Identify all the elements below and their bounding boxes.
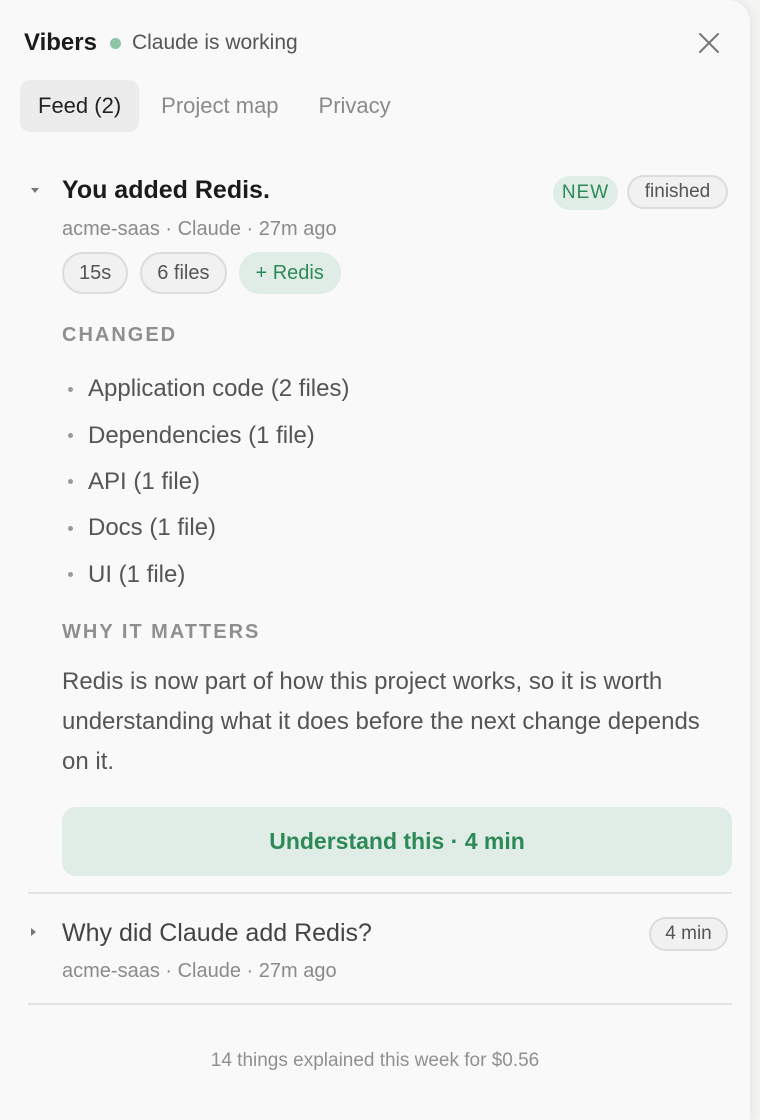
list-item: Docs (1 file) <box>62 505 349 551</box>
bullet-icon <box>68 433 73 439</box>
list-item-label: Docs (1 file) <box>88 514 217 542</box>
feed-item-meta: acme-saas · Claude · 27m ago <box>62 960 337 982</box>
list-item-label: UI (1 file) <box>88 560 186 588</box>
divider <box>28 892 732 894</box>
chip-row: 15s 6 files + Redis <box>62 252 353 294</box>
vibers-panel: Vibers Claude is working Feed (2) Projec… <box>0 0 750 1120</box>
list-item-label: Dependencies (1 file) <box>88 421 315 449</box>
list-item-label: API (1 file) <box>88 467 201 495</box>
list-item-label: Application code (2 files) <box>88 375 350 403</box>
feed-item-meta: acme-saas · Claude · 27m ago <box>62 218 337 240</box>
files-chip: 6 files <box>140 252 227 294</box>
dependency-chip: + Redis <box>238 252 341 294</box>
status-dot-icon <box>109 37 121 49</box>
changed-label: CHANGED <box>62 324 178 346</box>
bullet-icon <box>68 572 73 578</box>
understand-button[interactable]: Understand this · 4 min <box>62 807 732 876</box>
bullet-icon <box>68 386 73 392</box>
bullet-icon <box>68 479 73 485</box>
close-button[interactable] <box>692 26 726 60</box>
duration-badge: 4 min <box>649 917 728 951</box>
why-label: WHY IT MATTERS <box>62 621 261 643</box>
caret-down-icon[interactable] <box>31 188 39 193</box>
changed-list: Application code (2 files) Dependencies … <box>62 366 349 598</box>
why-text: Redis is now part of how this project wo… <box>62 668 700 775</box>
tab-feed[interactable]: Feed (2) <box>20 80 140 132</box>
bullet-icon <box>68 525 73 531</box>
header: Vibers Claude is working <box>24 28 726 58</box>
status-text: Claude is working <box>131 31 298 54</box>
app-title: Vibers <box>24 29 97 56</box>
caret-right-icon[interactable] <box>31 928 36 936</box>
list-item: Dependencies (1 file) <box>62 412 349 458</box>
tab-privacy[interactable]: Privacy <box>301 80 409 132</box>
duration-chip: 15s <box>62 252 129 294</box>
divider <box>28 1003 732 1005</box>
list-item: UI (1 file) <box>62 552 349 598</box>
status-badge: finished <box>627 175 728 209</box>
weekly-summary: 14 things explained this week for $0.56 <box>210 1050 540 1071</box>
feed-item-title[interactable]: Why did Claude add Redis? <box>62 919 372 948</box>
list-item: API (1 file) <box>62 459 349 505</box>
tab-bar: Feed (2) Project map Privacy <box>20 80 413 132</box>
new-badge: NEW <box>553 176 618 210</box>
list-item: Application code (2 files) <box>62 366 349 412</box>
feed-item-title[interactable]: You added Redis. <box>62 176 270 205</box>
tab-project-map[interactable]: Project map <box>143 80 296 132</box>
close-icon <box>699 33 719 53</box>
